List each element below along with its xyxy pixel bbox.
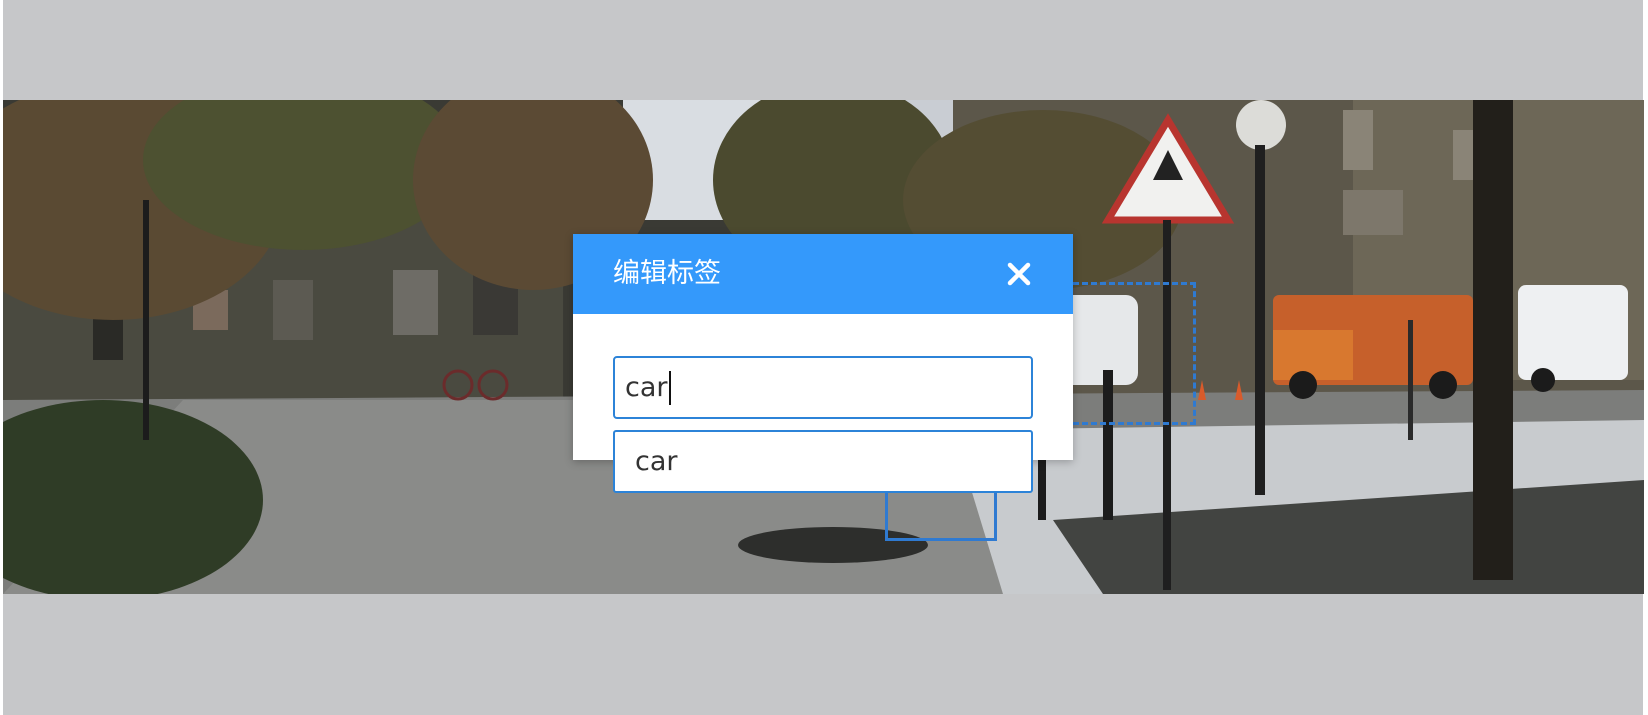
- edit-label-dialog: 编辑标签 car: [573, 234, 1073, 460]
- autocomplete-option[interactable]: car: [615, 432, 1031, 491]
- dialog-header: 编辑标签: [573, 234, 1073, 314]
- close-button[interactable]: [1003, 258, 1035, 290]
- dialog-title: 编辑标签: [613, 258, 721, 289]
- autocomplete-dropdown: car: [613, 430, 1033, 493]
- close-icon: [1007, 262, 1031, 286]
- text-caret: [668, 370, 671, 405]
- bbox-car-selected[interactable]: [1055, 282, 1196, 425]
- label-input-value: car: [625, 372, 668, 403]
- annotation-canvas[interactable]: 编辑标签 car car: [0, 0, 1648, 715]
- label-input[interactable]: car: [613, 356, 1033, 419]
